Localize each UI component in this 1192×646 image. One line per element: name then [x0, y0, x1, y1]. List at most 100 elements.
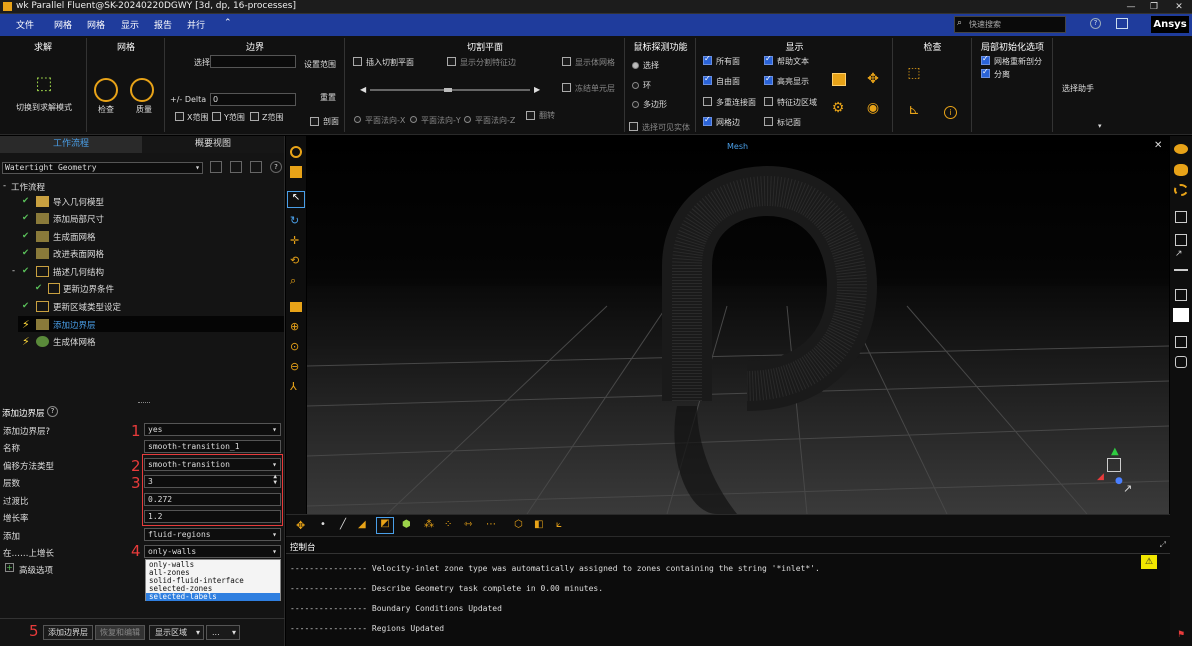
properties-icon[interactable]: [1173, 308, 1189, 322]
zoom-in-icon[interactable]: ⊕: [290, 320, 299, 333]
probe-ring-radio[interactable]: [632, 82, 639, 89]
orbit-icon[interactable]: ⟲: [290, 254, 299, 267]
z-range-checkbox[interactable]: [250, 112, 259, 121]
plane-y-radio[interactable]: [410, 116, 417, 123]
step-add-local-sizing[interactable]: 添加局部尺寸: [53, 213, 104, 225]
splitter-icon[interactable]: [1174, 269, 1188, 271]
show-volume-checkbox[interactable]: [562, 57, 571, 66]
fit-icon[interactable]: [290, 302, 302, 312]
freeze-checkbox[interactable]: [562, 83, 571, 92]
mesh-check-icon[interactable]: [94, 78, 118, 102]
grow-on-select[interactable]: only-walls ▾: [144, 545, 281, 558]
menu-file[interactable]: 文件: [16, 18, 34, 31]
boundary-zone-icon[interactable]: [1174, 184, 1188, 196]
add-boundary-layer-button[interactable]: 添加边界层: [43, 625, 93, 640]
mesh-quality-button[interactable]: 质量: [136, 104, 152, 115]
x-range-checkbox[interactable]: [175, 112, 184, 121]
plot-icon[interactable]: ↗: [1175, 249, 1183, 259]
add-boundary-layer-select[interactable]: yes ▾: [144, 423, 281, 436]
advanced-options[interactable]: 高级选项: [19, 564, 53, 576]
open-workflow-icon[interactable]: [210, 161, 222, 173]
free-faces-checkbox[interactable]: [703, 74, 712, 85]
inspect-points-icon[interactable]: ⬚: [906, 65, 922, 81]
step-generate-surface-mesh[interactable]: 生成面网格: [53, 231, 96, 243]
clip-slider-thumb[interactable]: [444, 88, 452, 92]
volume-select-icon[interactable]: ⬢: [402, 519, 411, 530]
display-options-icon[interactable]: [832, 73, 846, 86]
mesh-check-button[interactable]: 检查: [98, 104, 114, 115]
select-input[interactable]: [210, 55, 296, 68]
menu-report[interactable]: 报告: [154, 18, 172, 31]
node-select-icon[interactable]: ⁂: [424, 519, 434, 530]
move-icon[interactable]: ✥: [865, 71, 881, 87]
zoom-out-icon[interactable]: ⊖: [290, 360, 299, 373]
visibility-icon[interactable]: ◉: [865, 100, 881, 116]
menu-parallel[interactable]: 并行: [187, 18, 205, 31]
surface-display-icon[interactable]: [290, 166, 302, 178]
mesh-edges-checkbox[interactable]: [703, 115, 712, 126]
ribbon-expand-icon[interactable]: ▾: [1098, 122, 1102, 130]
step-describe-geometry[interactable]: 描述几何结构: [53, 266, 104, 278]
plane-x-radio[interactable]: [354, 116, 361, 123]
point-select-icon[interactable]: •: [320, 519, 326, 530]
add-to-select[interactable]: fluid-regions ▾: [144, 528, 281, 541]
switch-mode-icon[interactable]: ⬚: [34, 75, 54, 93]
report-icon[interactable]: [1175, 289, 1187, 301]
info-icon[interactable]: i: [944, 106, 957, 119]
mesh-quality-icon[interactable]: [130, 78, 154, 102]
surface-select-icon[interactable]: ◩: [376, 517, 394, 534]
step-improve-surface-mesh[interactable]: 改进表面网格: [53, 248, 104, 260]
split-checkbox[interactable]: [981, 67, 990, 78]
option-selected-labels[interactable]: selected-labels: [146, 593, 280, 601]
more-button[interactable]: ... ▾: [206, 625, 240, 640]
workflow-type-select[interactable]: Watertight Geometry ▾: [2, 162, 203, 174]
reset-button[interactable]: 重置: [320, 92, 336, 103]
plane-z-radio[interactable]: [464, 116, 471, 123]
close-viewport-icon[interactable]: ✕: [1154, 140, 1162, 151]
slider-left-icon[interactable]: ◀: [360, 85, 366, 94]
select-mode-icon[interactable]: ✥: [296, 519, 305, 532]
group-select-icon[interactable]: ⬡: [514, 519, 523, 530]
insert-clip-checkbox[interactable]: [353, 57, 362, 66]
collapse-icon[interactable]: -: [12, 266, 15, 276]
multi-conn-checkbox[interactable]: [703, 97, 712, 106]
y-range-checkbox[interactable]: [212, 112, 221, 121]
axes-icon[interactable]: ⅄: [290, 380, 297, 393]
menu-domain[interactable]: 网格: [54, 18, 72, 31]
collapse-ribbon-icon[interactable]: ⌃: [224, 18, 232, 28]
highlight-checkbox[interactable]: [764, 74, 773, 85]
settings-icon[interactable]: ⚙: [830, 100, 846, 116]
warning-icon[interactable]: ⚠: [1141, 555, 1157, 569]
all-faces-checkbox[interactable]: [703, 54, 712, 65]
minimize-icon[interactable]: —: [1120, 0, 1142, 14]
step-generate-volume-mesh[interactable]: 生成体网格: [53, 336, 96, 348]
set-range-button[interactable]: 设置范围: [304, 59, 336, 70]
show-clip-edge-checkbox[interactable]: [447, 57, 456, 66]
select-helper-button[interactable]: 选择助手: [1062, 83, 1094, 94]
camera-icon[interactable]: [1175, 356, 1187, 368]
flip-checkbox[interactable]: [526, 111, 535, 120]
select-visible-checkbox[interactable]: [629, 122, 638, 131]
tree-root-collapse-icon[interactable]: -: [3, 181, 6, 191]
step-add-boundary-layers[interactable]: 添加边界层: [53, 319, 96, 331]
probe-polygon-radio[interactable]: [632, 101, 639, 108]
tab-workflow[interactable]: 工作流程: [0, 136, 142, 153]
expand-console-icon[interactable]: ⤢: [1160, 540, 1166, 550]
splitter-handle[interactable]: [138, 402, 150, 403]
mark-faces-checkbox[interactable]: [764, 117, 773, 126]
window-icon[interactable]: [1175, 211, 1187, 223]
pointer-icon[interactable]: ↖: [287, 191, 305, 208]
step-update-boundaries[interactable]: 更新边界条件: [63, 283, 114, 295]
menu-mesh[interactable]: 网格: [87, 18, 105, 31]
slider-right-icon[interactable]: ▶: [534, 85, 540, 94]
maximize-icon[interactable]: ❐: [1143, 0, 1165, 14]
mesh-display-icon[interactable]: [290, 146, 302, 158]
feature-region-checkbox[interactable]: [764, 97, 773, 106]
box-select-icon[interactable]: ⋯: [486, 519, 496, 530]
mesh-object-icon[interactable]: [1174, 144, 1188, 154]
pan-icon[interactable]: ✛: [290, 234, 299, 247]
cut-checkbox[interactable]: [310, 117, 319, 126]
panel-icon[interactable]: [1175, 234, 1187, 246]
help-icon[interactable]: ?: [1090, 18, 1101, 29]
tab-outline-view[interactable]: 概要视图: [142, 136, 284, 153]
